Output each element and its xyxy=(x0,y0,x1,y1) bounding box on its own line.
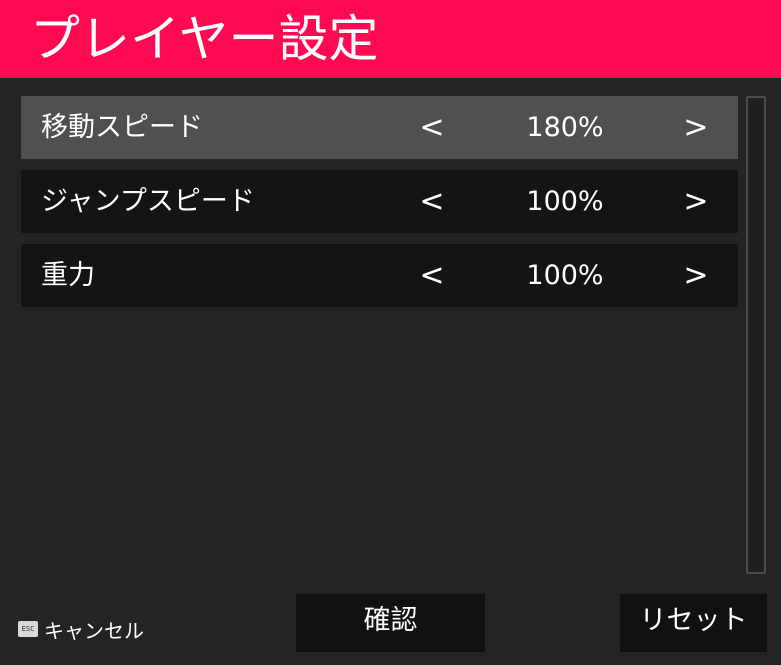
setting-value: 100% xyxy=(526,186,604,217)
decrease-arrow-icon[interactable]: < xyxy=(412,96,452,159)
increase-arrow-icon[interactable]: > xyxy=(676,244,716,307)
setting-label: 重力 xyxy=(41,260,95,291)
reset-button[interactable]: リセット xyxy=(620,594,767,652)
setting-value: 100% xyxy=(526,260,604,291)
decrease-arrow-icon[interactable]: < xyxy=(412,170,452,233)
page-title: プレイヤー設定 xyxy=(30,10,379,68)
cancel-label: キャンセル xyxy=(44,618,144,643)
confirm-button[interactable]: 確認 xyxy=(296,594,485,652)
cancel-hint[interactable]: ESC キャンセル xyxy=(18,614,144,644)
settings-list: 移動スピード < 180% > ジャンプスピード < 100% > 重力 < 1… xyxy=(21,96,738,318)
player-settings-dialog: プレイヤー設定 移動スピード < 180% > ジャンプスピード < 100% … xyxy=(0,0,781,665)
title-bar: プレイヤー設定 xyxy=(0,0,781,78)
increase-arrow-icon[interactable]: > xyxy=(676,96,716,159)
decrease-arrow-icon[interactable]: < xyxy=(412,244,452,307)
increase-arrow-icon[interactable]: > xyxy=(676,170,716,233)
setting-row-jump-speed[interactable]: ジャンプスピード < 100% > xyxy=(21,170,738,233)
setting-row-move-speed[interactable]: 移動スピード < 180% > xyxy=(21,96,738,159)
esc-key-icon: ESC xyxy=(18,621,38,637)
setting-label: 移動スピード xyxy=(41,112,203,143)
scrollbar[interactable] xyxy=(746,96,766,574)
setting-label: ジャンプスピード xyxy=(41,186,255,217)
setting-value: 180% xyxy=(526,112,604,143)
setting-row-gravity[interactable]: 重力 < 100% > xyxy=(21,244,738,307)
